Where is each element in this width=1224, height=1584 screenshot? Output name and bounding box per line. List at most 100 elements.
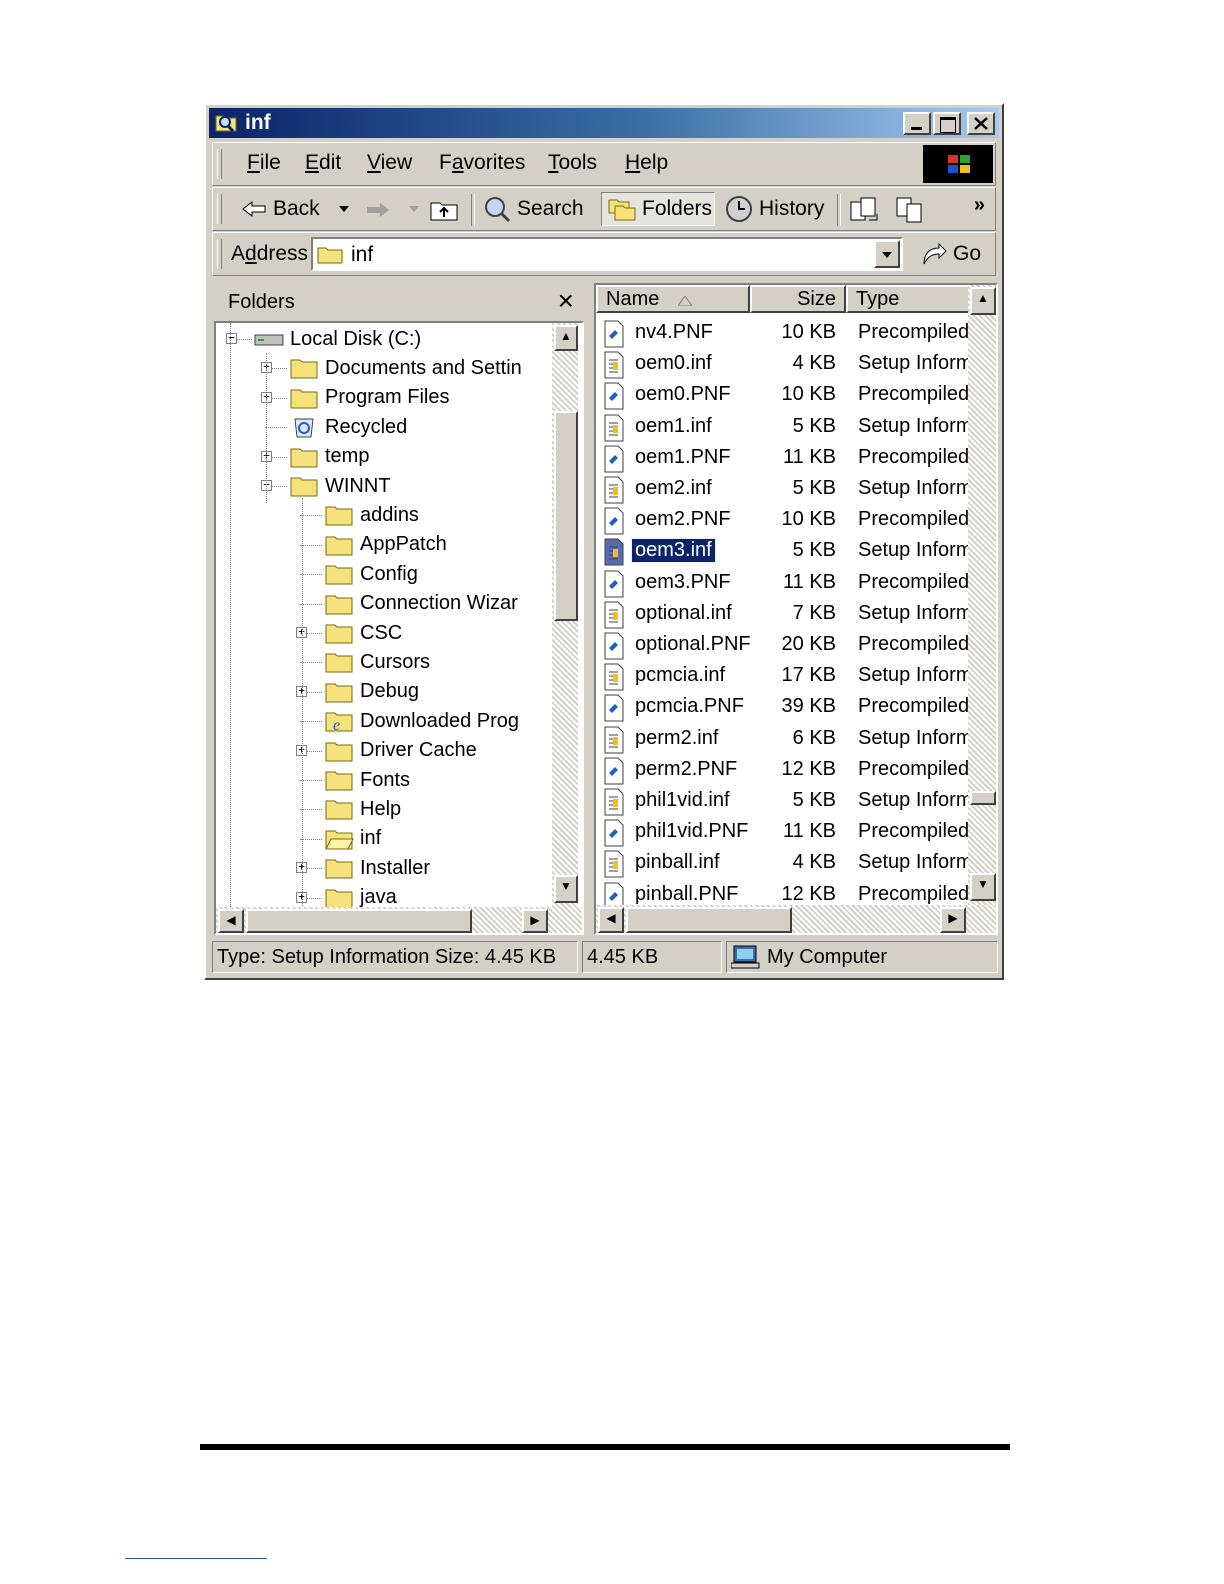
tree-hscroll[interactable]: ◀ ▶ [216,907,582,933]
toolbar-grip[interactable] [217,194,222,224]
tree-scroll-right-button[interactable]: ▶ [522,909,548,933]
tree-item-label: java [360,886,397,909]
folders-pane-close-icon[interactable]: × [558,285,574,317]
toolbar-overflow-chevron[interactable]: » [974,194,985,217]
menu-file[interactable]: File [247,151,281,175]
history-button[interactable]: History [725,192,824,226]
menu-help[interactable]: Help [625,151,668,175]
minimize-button[interactable] [903,112,931,135]
file-row[interactable]: pcmcia.PNF 39 KB Precompiled [600,693,969,723]
list-vscroll[interactable]: ▲ ▼ [968,285,996,905]
tree-item-label: Cursors [360,650,431,673]
menu-grip[interactable] [217,149,222,179]
file-row[interactable]: perm2.inf 6 KB Setup Inform [600,725,973,755]
tree-item[interactable]: Documents and Settin [289,354,522,382]
forward-dropdown-icon[interactable] [409,206,419,212]
tree-connector [300,574,322,576]
file-row[interactable]: pcmcia.inf 17 KB Setup Inform [600,662,973,692]
menu-view[interactable]: View [367,151,412,175]
folder-icon [325,889,353,909]
file-row[interactable]: oem0.PNF 10 KB Precompiled [600,381,969,411]
tree-item[interactable]: Program Files [289,384,449,412]
tree-scroll-down-button[interactable]: ▼ [554,875,578,903]
tree-vscroll[interactable]: ▲ ▼ [552,323,578,907]
list-hscroll[interactable]: ◀ ▶ [596,905,996,933]
tree-scroll-up-button[interactable]: ▲ [554,325,578,351]
folders-button[interactable]: Folders [601,192,715,226]
column-name-label: Name [606,288,660,310]
file-row[interactable]: pinball.inf 4 KB Setup Inform [600,849,973,879]
toolbar-separator [471,194,475,226]
folders-label: Folders [642,197,713,220]
file-size: 10 KB [781,508,836,531]
column-header-type[interactable]: Type [846,285,970,313]
column-header-size[interactable]: Size [750,285,846,313]
tree-scroll-left-button[interactable]: ◀ [218,909,244,933]
address-grip[interactable] [217,239,222,269]
maximize-button[interactable] [933,112,961,135]
file-row[interactable]: oem3.PNF 11 KB Precompiled [600,569,970,599]
list-scroll-left-button[interactable]: ◀ [598,907,624,933]
file-row[interactable]: perm2.PNF 12 KB Precompiled [600,756,969,786]
up-folder-icon[interactable] [429,198,459,222]
tree-item[interactable]: Driver Cache [324,737,477,765]
address-value[interactable]: inf [351,243,373,267]
tree-item[interactable]: AppPatch [324,531,447,559]
menu-edit[interactable]: Edit [305,151,341,175]
close-button[interactable] [967,112,995,135]
tree-hscroll-thumb[interactable] [246,909,472,933]
forward-arrow-icon[interactable] [365,200,391,220]
tree-scroll-thumb[interactable] [554,411,578,621]
tree-item[interactable]: CSC [324,619,402,647]
tree-item[interactable]: Connection Wizar [324,590,518,618]
tree-item[interactable]: Help [324,795,401,823]
tree-item[interactable]: Fonts [324,766,410,794]
back-dropdown-icon[interactable] [339,206,349,212]
file-row[interactable]: oem2.inf 5 KB Setup Inform [600,475,973,505]
move-to-icon[interactable] [849,196,881,224]
tree-item[interactable]: temp [289,443,369,471]
address-combobox[interactable]: inf [311,237,903,271]
go-button[interactable]: Go [921,237,981,271]
file-row[interactable]: phil1vid.PNF 11 KB Precompiled [600,818,969,848]
tree-item[interactable]: Cursors [324,648,430,676]
copy-to-icon[interactable] [895,196,927,224]
file-row[interactable]: phil1vid.inf 5 KB Setup Inform [600,787,973,817]
list-scroll-right-button[interactable]: ▶ [940,907,966,933]
file-row[interactable]: oem2.PNF 10 KB Precompiled [600,506,969,536]
back-button[interactable]: Back [241,192,320,226]
tree-item[interactable]: Config [324,560,418,588]
list-scroll-down-button[interactable]: ▼ [970,873,996,901]
list-scroll-thumb[interactable] [970,791,996,805]
collapse-icon[interactable]: − [226,332,237,344]
file-row[interactable]: oem0.inf 4 KB Setup Inform [600,350,973,380]
file-row[interactable]: optional.PNF 20 KB Precompiled [600,631,969,661]
tree-item[interactable]: Local Disk (C:) [254,325,421,353]
search-button[interactable]: Search [483,192,584,226]
file-row[interactable]: oem1.inf 5 KB Setup Inform [600,413,973,443]
tree-item[interactable]: inf [324,825,381,853]
file-row[interactable]: nv4.PNF 10 KB Precompiled [600,319,969,349]
tree-item[interactable]: e Downloaded Prog [324,707,519,735]
menu-tools[interactable]: Tools [548,151,597,175]
file-row[interactable]: oem1.PNF 11 KB Precompiled [600,444,970,474]
menu-favorites[interactable]: Favorites [439,151,525,175]
list-hscroll-thumb[interactable] [626,907,792,933]
file-row[interactable]: oem3.inf 5 KB Setup Inform [600,537,973,567]
tree-item[interactable]: Recycled [289,413,407,441]
tree-item[interactable]: addins [324,501,419,529]
folder-tree[interactable]: − Local Disk (C:) + Documents and Settin + Pr… [214,321,584,935]
address-dropdown-button[interactable] [874,240,900,268]
column-header-name[interactable]: Name [596,285,750,313]
file-type: Precompiled [858,445,970,468]
tree-item[interactable]: WINNT [289,472,391,500]
tree-item[interactable]: Debug [324,678,419,706]
title-bar[interactable]: inf [209,108,999,138]
tree-item[interactable]: Installer [324,854,430,882]
file-row[interactable]: optional.inf 7 KB Setup Inform [600,600,973,630]
folders-icon [608,199,636,221]
file-type: Precompiled [858,570,970,593]
setup-info-file-icon [604,726,624,754]
file-list[interactable]: Name Size Type nv4.PNF 10 KB Precompiled oe… [594,283,998,935]
list-scroll-up-button[interactable]: ▲ [970,287,996,315]
